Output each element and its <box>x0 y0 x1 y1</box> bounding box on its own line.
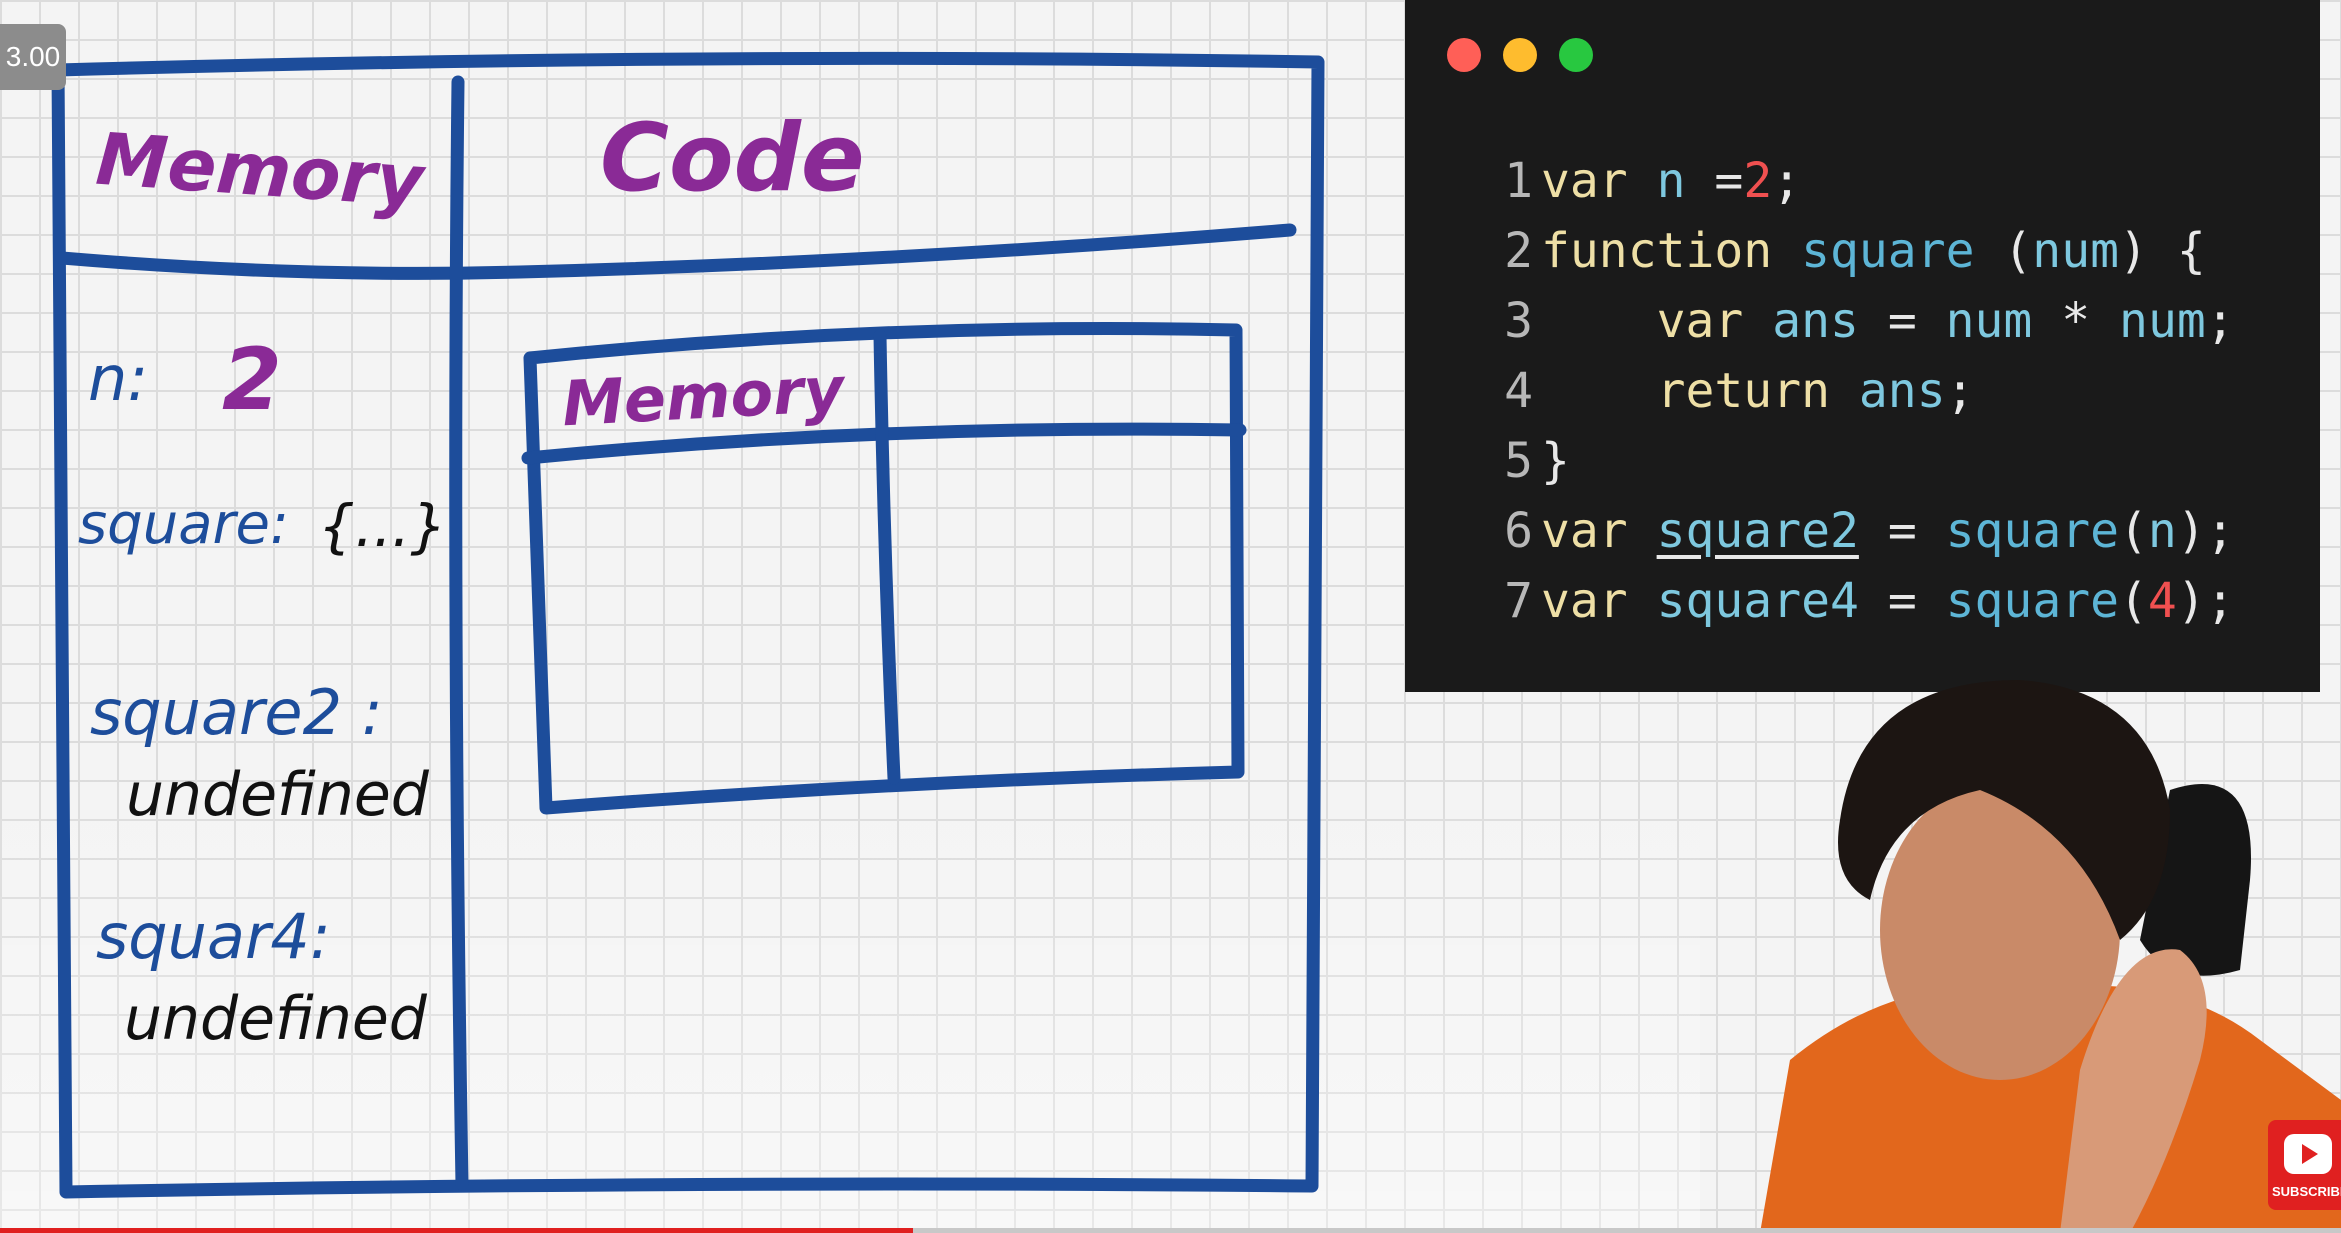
header-divider <box>55 223 1297 280</box>
memory-entry-square4-value: undefined <box>124 984 427 1054</box>
line-number: 7 <box>1504 573 1533 629</box>
whiteboard: Memory Code n: 2 square: {...} square2 :… <box>0 0 1360 1233</box>
video-progress-fill <box>0 1228 913 1233</box>
memory-entry-n-value: 2 <box>222 330 282 430</box>
memory-entry-n-name: n: <box>88 342 149 415</box>
line-number: 1 <box>1504 153 1533 209</box>
memory-entry-square-value: {...} <box>318 492 448 560</box>
maximize-dot[interactable] <box>1559 38 1593 72</box>
close-dot[interactable] <box>1447 38 1481 72</box>
inner-memory-heading: Memory <box>560 352 846 441</box>
presenter-video <box>1760 680 2341 1233</box>
code-line: 3 var ans = num * num; <box>1475 286 2235 356</box>
code-text: var square2 = square(n); <box>1541 503 2235 559</box>
inner-column-divider <box>873 329 901 785</box>
code-text: } <box>1541 433 1570 489</box>
code-lines: 1 var n =2; 2 function square (num) { 3 … <box>1475 146 2235 636</box>
memory-entry-square2-name: square2 : <box>90 676 383 749</box>
code-text: var n =2; <box>1541 153 1802 209</box>
code-editor-window: 1 var n =2; 2 function square (num) { 3 … <box>1405 0 2320 692</box>
code-line: 7 var square4 = square(4); <box>1475 566 2235 636</box>
video-progress-bar[interactable] <box>0 1228 2341 1233</box>
memory-entry-square2-value: undefined <box>126 760 429 830</box>
code-line: 2 function square (num) { <box>1475 216 2235 286</box>
subscribe-button[interactable]: SUBSCRIBE <box>2268 1120 2341 1210</box>
code-line: 5 } <box>1475 426 2235 496</box>
code-line: 1 var n =2; <box>1475 146 2235 216</box>
line-number: 5 <box>1504 433 1533 489</box>
code-text: return ans; <box>1656 363 1975 419</box>
playback-speed-badge: 3.00 <box>0 24 66 90</box>
youtube-play-icon <box>2284 1134 2332 1174</box>
line-number: 3 <box>1504 293 1533 349</box>
code-heading: Code <box>600 104 865 213</box>
memory-entry-square4-name: squar4: <box>96 900 331 973</box>
memory-entry-square-name: square: <box>78 492 289 557</box>
code-text: function square (num) { <box>1541 223 2206 279</box>
code-line: 4 return ans; <box>1475 356 2235 426</box>
line-number: 4 <box>1504 363 1533 419</box>
line-number: 6 <box>1504 503 1533 559</box>
line-number: 2 <box>1504 223 1533 279</box>
code-text: var square4 = square(4); <box>1541 573 2235 629</box>
minimize-dot[interactable] <box>1503 38 1537 72</box>
code-line: 6 var square2 = square(n); <box>1475 496 2235 566</box>
code-text: var ans = num * num; <box>1656 293 2235 349</box>
column-divider <box>449 75 469 1191</box>
subscribe-label: SUBSCRIBE <box>2272 1184 2341 1199</box>
